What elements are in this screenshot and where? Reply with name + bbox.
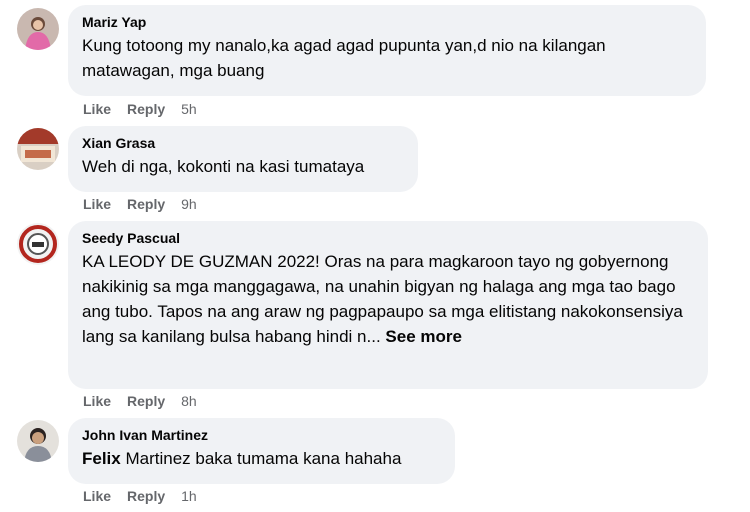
reply-button[interactable]: Reply: [127, 195, 165, 213]
profile-photo-icon: [17, 8, 59, 50]
comment-actions: Like Reply 5h: [83, 100, 213, 118]
mention-tag[interactable]: Felix: [82, 449, 121, 468]
reply-button[interactable]: Reply: [127, 487, 165, 505]
comment-text-body: Martinez baka tumama kana hahaha: [120, 449, 402, 468]
comment-bubble: Mariz Yap Kung totoong my nanalo,ka agad…: [68, 5, 706, 96]
comment-timestamp[interactable]: 8h: [181, 392, 197, 410]
comment-bubble: Xian Grasa Weh di nga, kokonti na kasi t…: [68, 126, 418, 192]
comment-actions: Like Reply 9h: [83, 195, 213, 213]
comment-bubble: Seedy Pascual KA LEODY DE GUZMAN 2022! O…: [68, 221, 708, 389]
comment-author[interactable]: Xian Grasa: [82, 134, 404, 152]
reply-button[interactable]: Reply: [127, 392, 165, 410]
avatar[interactable]: [17, 8, 59, 50]
profile-photo-icon: [17, 223, 59, 265]
comment-timestamp[interactable]: 5h: [181, 100, 197, 118]
comment-text: Kung totoong my nanalo,ka agad agad pupu…: [82, 36, 606, 80]
like-button[interactable]: Like: [83, 392, 111, 410]
comment-text: KA LEODY DE GUZMAN 2022! Oras na para ma…: [82, 249, 694, 349]
comment-text: Weh di nga, kokonti na kasi tumataya: [82, 157, 365, 176]
reply-button[interactable]: Reply: [127, 100, 165, 118]
comment-timestamp[interactable]: 1h: [181, 487, 197, 505]
comment-author[interactable]: Seedy Pascual: [82, 229, 694, 247]
avatar[interactable]: [17, 128, 59, 170]
see-more-link[interactable]: See more: [385, 327, 462, 346]
like-button[interactable]: Like: [83, 195, 111, 213]
comment-author[interactable]: John Ivan Martinez: [82, 426, 441, 444]
avatar[interactable]: [17, 420, 59, 462]
like-button[interactable]: Like: [83, 100, 111, 118]
like-button[interactable]: Like: [83, 487, 111, 505]
profile-photo-icon: [17, 420, 59, 462]
comment-text: Felix Martinez baka tumama kana hahaha: [82, 446, 441, 471]
comment-text-body: KA LEODY DE GUZMAN 2022! Oras na para ma…: [82, 252, 683, 346]
comment-actions: Like Reply 8h: [83, 392, 213, 410]
profile-photo-icon: [17, 128, 59, 170]
comment-author[interactable]: Mariz Yap: [82, 13, 692, 31]
comment-bubble: John Ivan Martinez Felix Martinez baka t…: [68, 418, 455, 484]
avatar[interactable]: [17, 223, 59, 265]
comment-timestamp[interactable]: 9h: [181, 195, 197, 213]
comment-actions: Like Reply 1h: [83, 487, 213, 505]
